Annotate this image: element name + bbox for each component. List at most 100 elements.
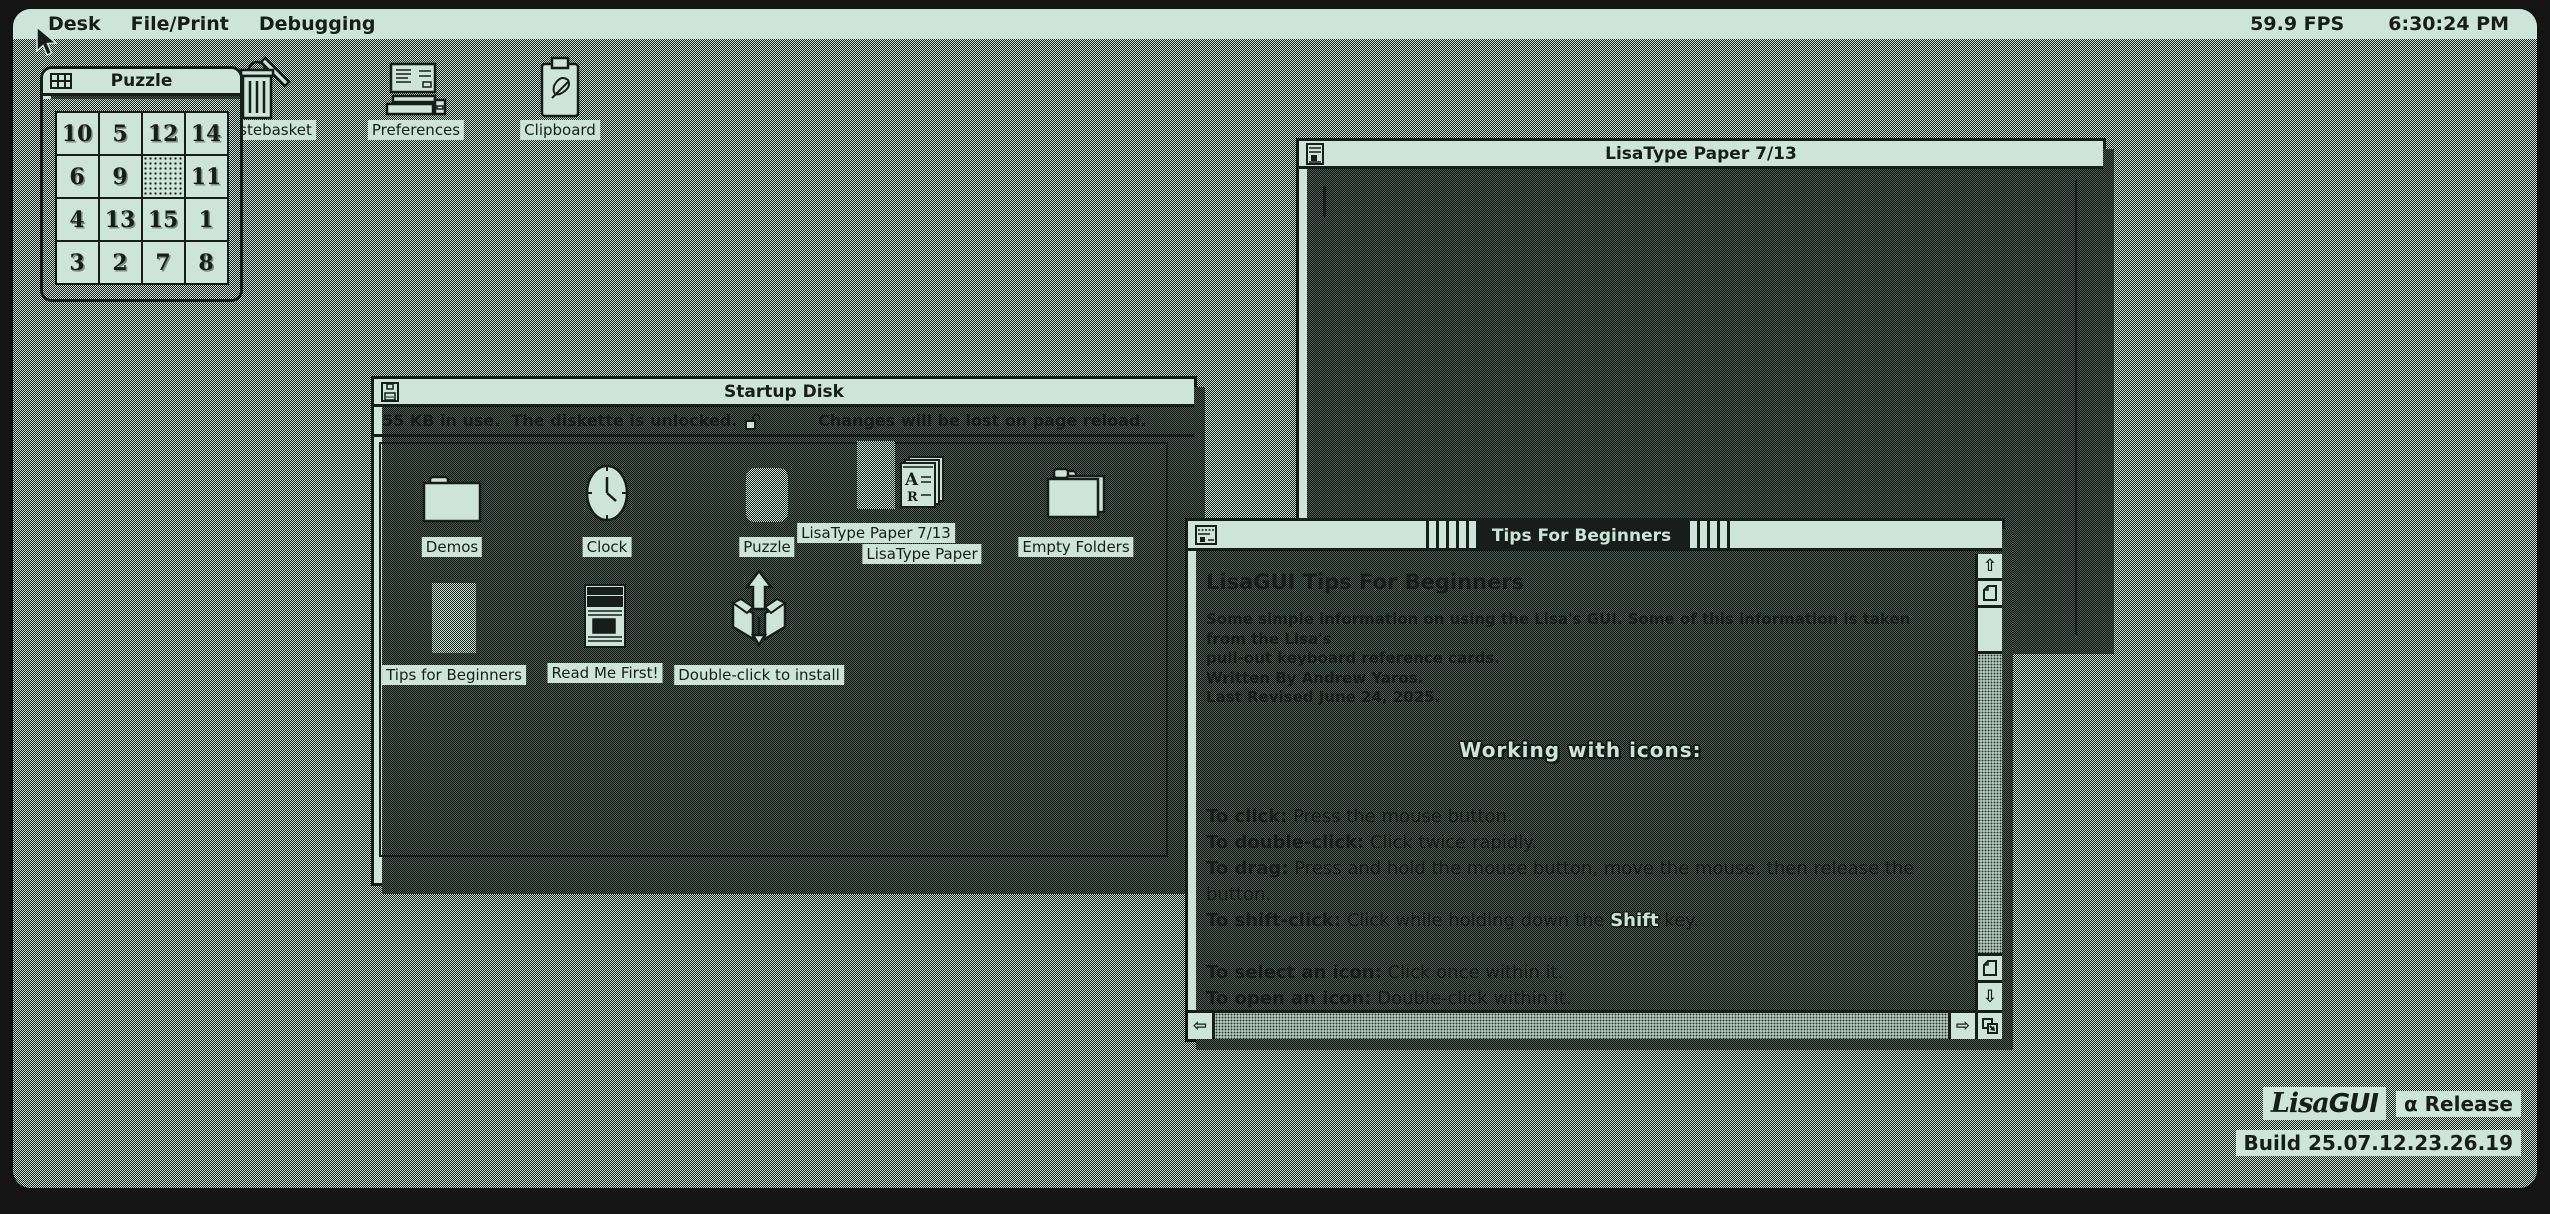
puzzle-tile[interactable]: 12: [143, 113, 184, 154]
menu-clock: 6:30:24 PM: [2388, 13, 2509, 35]
puzzle-titlebar[interactable]: Puzzle: [43, 69, 240, 96]
tip-line: To shift-click: Click while holding down…: [1206, 908, 1955, 934]
preferences-label: Preferences: [368, 120, 464, 140]
puzzle-tile[interactable]: 6: [57, 156, 98, 197]
install-box-icon[interactable]: Double-click to install: [727, 569, 791, 647]
desktop: Desk File/Print Debugging 59.9 FPS 6:30:…: [13, 9, 2537, 1188]
puzzle-tile[interactable]: 9: [100, 156, 141, 197]
menu-bar: Desk File/Print Debugging 59.9 FPS 6:30:…: [13, 9, 2537, 39]
lisatype-open-document-icon[interactable]: LisaType Paper 7/13: [857, 441, 895, 509]
puzzle-tile[interactable]: 14: [186, 113, 227, 154]
icon-label: Tips for Beginners: [382, 665, 526, 685]
puzzle-tile[interactable]: 4: [57, 199, 98, 240]
tips-content: LisaGUI Tips For Beginners Some simple i…: [1188, 554, 1975, 1010]
menu-file-print[interactable]: File/Print: [116, 13, 244, 35]
puzzle-empty-slot: [143, 156, 184, 197]
desktop-background: Wastebasket: [13, 39, 2537, 1188]
puzzle-tile[interactable]: 13: [100, 199, 141, 240]
startup-titlebar[interactable]: Startup Disk: [374, 379, 1194, 407]
puzzle-window: Puzzle 10 5 12 14 6 9 11 4 13 15: [40, 66, 243, 302]
puzzle-tile[interactable]: 10: [57, 113, 98, 154]
svg-text:R: R: [907, 490, 918, 505]
fps-counter: 59.9 FPS: [2250, 13, 2344, 35]
tip-line: To drag: Press and hold the mouse button…: [1206, 856, 1955, 908]
tips-title: Tips For Beginners: [1476, 521, 1687, 551]
icon-label: Empty Folders: [1018, 537, 1133, 557]
vertical-scrollbar: ⇧: [1975, 554, 2002, 1010]
resize-handle[interactable]: [1975, 1010, 2002, 1039]
icon-label: LisaType Paper: [862, 544, 981, 564]
tips-intro-line: pull-out keyboard reference cards.: [1206, 649, 1955, 669]
preferences-icon[interactable]: Preferences: [383, 62, 449, 120]
active-title-stripes-right: [1687, 521, 1737, 551]
puzzle-tile[interactable]: 2: [100, 242, 141, 283]
tips-revised: Last Revised June 24, 2025.: [1206, 688, 1955, 708]
puzzle-tile[interactable]: 3: [57, 242, 98, 283]
puzzle-grid: 10 5 12 14 6 9 11 4 13 15 1 3 2: [55, 111, 229, 285]
screen: Desk File/Print Debugging 59.9 FPS 6:30:…: [0, 0, 2550, 1214]
scroll-up-button[interactable]: ⇧: [1978, 554, 2002, 581]
read-me-newspaper-icon[interactable]: Read Me First!: [583, 583, 627, 649]
release-label: α Release: [2396, 1091, 2521, 1117]
tips-window: Tips For Beginners LisaGUI Tips For Begi…: [1185, 518, 2005, 1042]
branding: LisaGUI α Release: [2263, 1087, 2521, 1120]
demos-folder-icon[interactable]: Demos: [422, 471, 482, 523]
tips-title-area: Tips For Beginners: [1188, 521, 1975, 551]
icon-label: Puzzle: [739, 537, 794, 557]
icon-label: Clock: [583, 537, 632, 557]
tips-titlebar[interactable]: Tips For Beginners: [1188, 521, 2002, 551]
puzzle-tile[interactable]: 11: [186, 156, 227, 197]
active-title-stripes-left: [1426, 521, 1476, 551]
clipboard-label: Clipboard: [520, 120, 600, 140]
lisagui-logo: LisaGUI: [2263, 1087, 2386, 1120]
disk-warning-text: Changes will be lost on page reload.: [818, 411, 1146, 430]
disk-status-bar: 55 KB in use. The diskette is unlocked. …: [374, 407, 1194, 437]
lisatype-paper-pad-icon[interactable]: A R LisaType Paper: [899, 455, 945, 509]
startup-disk-window: Startup Disk 55 KB in use. The diskette …: [371, 376, 1197, 886]
empty-folders-icon[interactable]: Empty Folders: [1046, 467, 1106, 519]
puzzle-tile[interactable]: 8: [186, 242, 227, 283]
tip-line: To click: Press the mouse button.: [1206, 804, 1955, 830]
disk-usage-text: 55 KB in use. The diskette is unlocked.: [382, 411, 737, 430]
tip-line: To double-click: Click twice rapidly.: [1206, 830, 1955, 856]
svg-text:A: A: [904, 470, 919, 490]
clipboard-icon[interactable]: Clipboard: [538, 56, 582, 120]
page-down-button[interactable]: [1978, 956, 2002, 983]
startup-title: Startup Disk: [374, 382, 1194, 402]
tip-line: To open an icon: Double-click within it.: [1206, 986, 1955, 1011]
puzzle-area: 10 5 12 14 6 9 11 4 13 15 1 3 2: [43, 99, 240, 299]
menu-debugging[interactable]: Debugging: [244, 13, 391, 35]
lisatype-titlebar[interactable]: LisaType Paper 7/13: [1299, 141, 2103, 169]
wastebasket-icon[interactable]: Wastebasket: [235, 56, 293, 120]
puzzle-tile[interactable]: 5: [100, 113, 141, 154]
page-margin-line: [2075, 180, 2077, 635]
scroll-down-button[interactable]: ⇩: [1978, 983, 2002, 1010]
scrollbar-track[interactable]: [1978, 654, 2002, 956]
horizontal-scrollbar-track[interactable]: [1215, 1013, 1948, 1039]
mouse-cursor: [35, 26, 59, 58]
tips-byline: Written By Andrew Yaros.: [1206, 669, 1955, 689]
tips-heading: LisaGUI Tips For Beginners: [1206, 570, 1955, 594]
tips-open-document-icon[interactable]: Tips for Beginners: [432, 583, 476, 653]
horizontal-scrollbar: ⇦ ⇨: [1188, 1010, 1975, 1039]
puzzle-tile[interactable]: 7: [143, 242, 184, 283]
puzzle-tile[interactable]: 1: [186, 199, 227, 240]
scroll-left-button[interactable]: ⇦: [1188, 1013, 1215, 1039]
scroll-right-button[interactable]: ⇨: [1948, 1013, 1975, 1039]
tips-intro-line: Some simple information on using the Lis…: [1206, 610, 1955, 649]
tips-section-heading: Working with icons:: [1206, 738, 1955, 762]
text-caret: [1323, 186, 1326, 217]
scrollbar-thumb[interactable]: [1978, 608, 2002, 654]
icon-label: Double-click to install: [674, 665, 844, 685]
icon-label: Demos: [422, 537, 482, 557]
puzzle-open-app-icon[interactable]: Puzzle: [746, 468, 788, 522]
clock-app-icon[interactable]: Clock: [584, 463, 630, 523]
icon-label: LisaType Paper 7/13: [797, 523, 955, 543]
build-number: Build 25.07.12.23.26.19: [2236, 1130, 2521, 1156]
build-info: Build 25.07.12.23.26.19: [2236, 1131, 2521, 1155]
lisatype-title: LisaType Paper 7/13: [1299, 144, 2103, 164]
page-up-button[interactable]: [1978, 581, 2002, 608]
tip-line: To select an icon: Click once within it.: [1206, 960, 1955, 986]
shift-key-label: Shift: [1610, 910, 1658, 931]
puzzle-tile[interactable]: 15: [143, 199, 184, 240]
